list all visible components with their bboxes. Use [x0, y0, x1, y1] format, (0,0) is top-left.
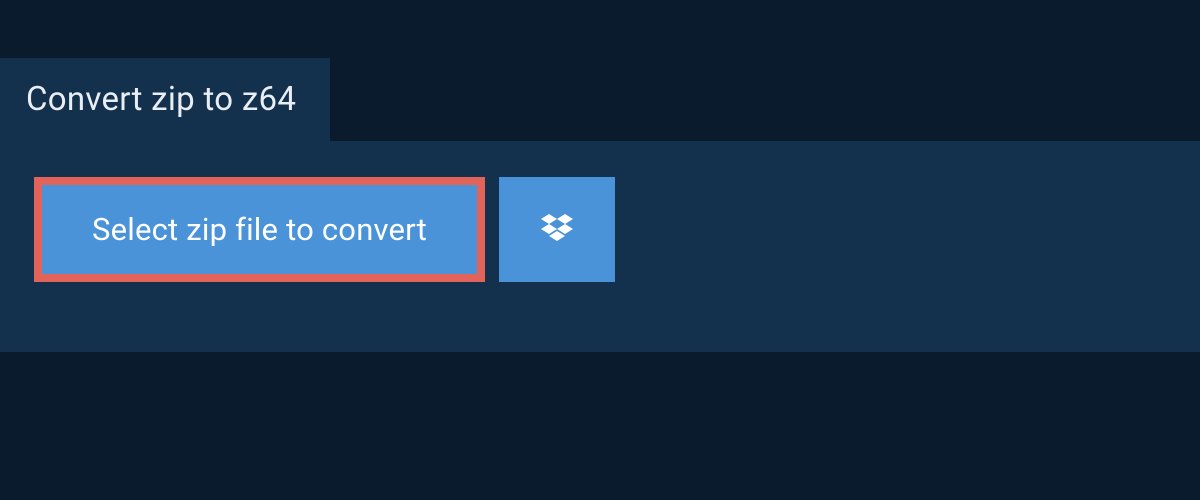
dropbox-button[interactable]	[499, 177, 615, 282]
button-row: Select zip file to convert	[34, 177, 1166, 282]
dropbox-icon	[537, 210, 577, 250]
tab-label: Convert zip to z64	[26, 80, 296, 119]
select-file-label: Select zip file to convert	[92, 211, 427, 248]
select-file-button[interactable]: Select zip file to convert	[34, 177, 485, 282]
tab-bar: Convert zip to z64	[0, 0, 1200, 141]
tab-convert[interactable]: Convert zip to z64	[0, 58, 330, 141]
main-panel: Select zip file to convert	[0, 141, 1200, 352]
